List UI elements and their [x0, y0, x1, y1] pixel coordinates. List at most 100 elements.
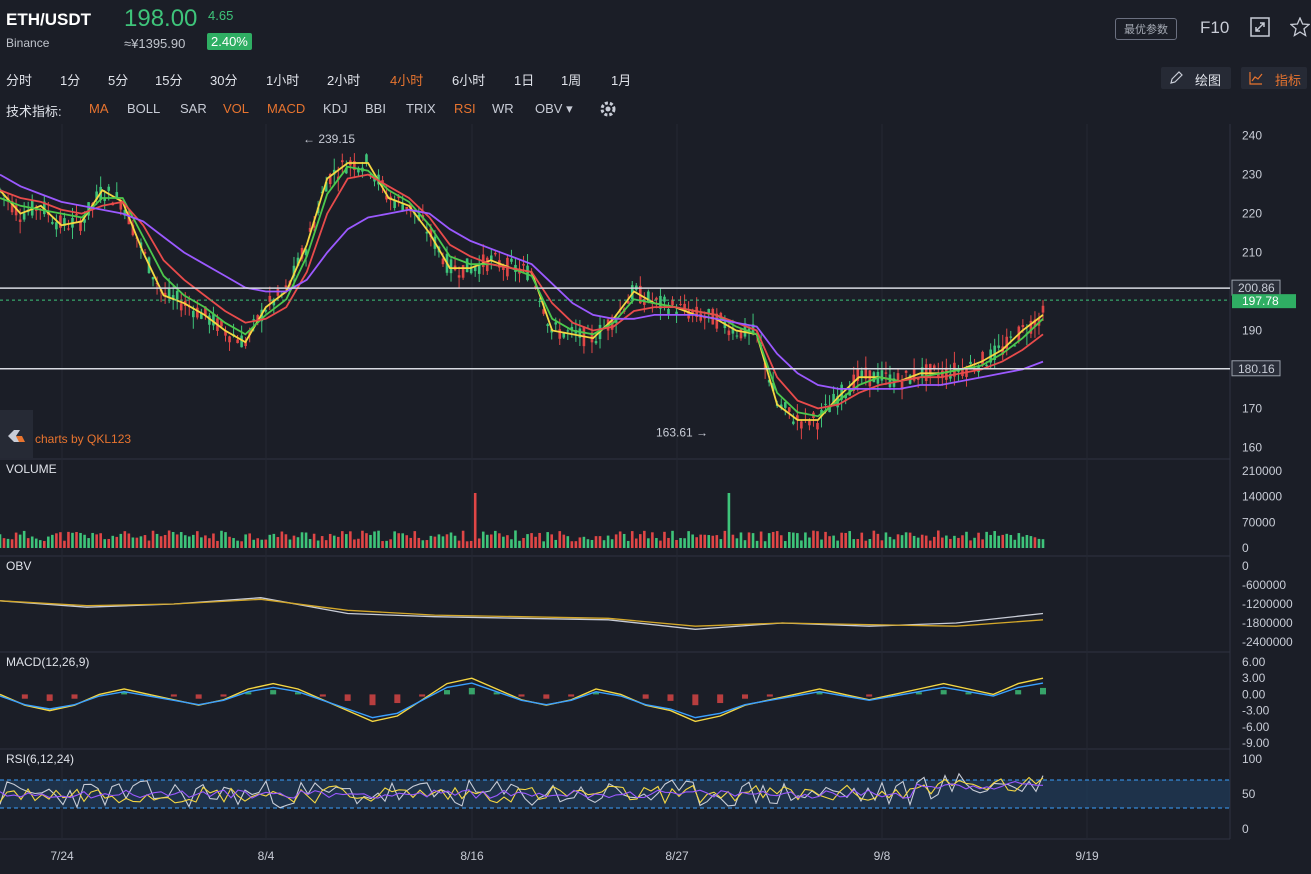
indicator-1[interactable]: BOLL	[127, 101, 160, 116]
volume-bar	[920, 534, 924, 548]
indicator-3[interactable]: VOL	[223, 101, 249, 116]
volume-bar	[2, 538, 6, 548]
indicator-8[interactable]: RSI	[454, 101, 476, 116]
volume-bar	[119, 533, 123, 548]
volume-bar	[566, 536, 570, 548]
volume-bar	[498, 533, 501, 548]
indicator-2[interactable]: SAR	[180, 101, 207, 116]
volume-bar	[320, 536, 324, 548]
tab-timeframe-2[interactable]: 5分	[108, 70, 128, 89]
volume-bar	[594, 536, 598, 548]
price-candle	[711, 308, 715, 325]
tab-timeframe-10[interactable]: 1周	[561, 70, 581, 89]
volume-bar	[143, 535, 147, 548]
indicator-6[interactable]: BBI	[365, 101, 386, 116]
tab-timeframe-1[interactable]: 1分	[60, 70, 80, 89]
volume-bar	[276, 537, 280, 548]
volume-bar	[171, 531, 175, 548]
tab-timeframe-0[interactable]: 分时	[6, 70, 32, 89]
macd-histogram-bar	[220, 694, 227, 697]
volume-bar	[111, 535, 115, 548]
price-candle	[663, 296, 666, 302]
macd-histogram-bar	[1015, 690, 1022, 695]
draw-tool-button[interactable]: 绘图	[1161, 67, 1231, 89]
tab-timeframe-9[interactable]: 1日	[514, 70, 534, 89]
volume-bar	[614, 534, 618, 548]
volume-bar	[989, 534, 992, 548]
tab-timeframe-6[interactable]: 2小时	[327, 70, 360, 89]
volume-bar	[848, 531, 852, 548]
volume-bar	[473, 493, 477, 548]
volume-bar	[981, 539, 984, 548]
tab-timeframe-3[interactable]: 15分	[155, 70, 182, 89]
percent-badge: 2.40%	[207, 33, 252, 50]
rsi-tick-label: 50	[1242, 787, 1256, 801]
indicator-9[interactable]: WR	[492, 101, 514, 116]
price-candle	[1009, 336, 1013, 338]
tab-timeframe-5[interactable]: 1小时	[266, 70, 299, 89]
price-candle	[816, 423, 819, 430]
volume-bar	[135, 537, 139, 548]
gear-icon[interactable]	[599, 100, 617, 118]
fullscreen-icon[interactable]	[1250, 17, 1270, 37]
volume-bar	[232, 538, 235, 548]
macd-histogram-bar	[195, 694, 202, 699]
volume-bar	[554, 539, 558, 548]
macd-histogram-bar	[21, 694, 28, 699]
chart-area[interactable]: 7/24 8/4 8/16 8/27 9/8 9/19 240 230 220 210 190 170…	[0, 124, 1311, 874]
star-icon[interactable]	[1289, 16, 1311, 37]
price-tick-label: 240	[1242, 129, 1262, 143]
volume-bar	[212, 533, 215, 548]
macd-tick-label: 3.00	[1242, 671, 1266, 685]
header: ETH/USDT Binance 198.00 4.65 ≈¥1395.90 2…	[0, 0, 1311, 62]
volume-bar	[630, 531, 634, 548]
volume-bar	[183, 535, 187, 548]
macd-histogram-bar	[866, 694, 873, 697]
tab-timeframe-7[interactable]: 4小时	[390, 70, 423, 89]
indicator-tool-button[interactable]: 指标	[1241, 67, 1307, 89]
cny-price: ≈¥1395.90	[124, 36, 186, 51]
tab-timeframe-4[interactable]: 30分	[210, 70, 237, 89]
volume-bar	[961, 535, 964, 548]
volume-bar	[872, 530, 876, 548]
indicator-10[interactable]: OBV ▾	[535, 101, 573, 117]
indicator-5[interactable]: KDJ	[323, 101, 348, 116]
last-price: 198.00	[124, 5, 198, 32]
price-tick-label: 170	[1242, 401, 1262, 415]
volume-bar	[30, 536, 34, 548]
price-candle	[494, 252, 497, 255]
volume-bar	[691, 534, 694, 548]
volume-bar	[425, 540, 429, 548]
volume-bar	[969, 540, 972, 548]
volume-bar	[562, 534, 566, 548]
volume-bar	[578, 537, 582, 548]
price-candle	[51, 222, 54, 224]
volume-bar	[570, 541, 574, 548]
price-candle	[783, 402, 787, 408]
volume-bar	[719, 539, 723, 548]
tab-timeframe-8[interactable]: 6小时	[452, 70, 485, 89]
volume-bar	[236, 540, 239, 548]
volume-bar	[179, 532, 183, 548]
volume-bar	[377, 530, 380, 548]
volume-bar	[409, 537, 413, 548]
f10-button[interactable]: F10	[1200, 18, 1229, 38]
last-price-tag-label: 197.78	[1242, 294, 1279, 308]
price-candle	[558, 329, 562, 339]
volume-bar	[510, 539, 513, 548]
macd-histogram-bar	[419, 694, 426, 697]
indicator-7[interactable]: TRIX	[406, 101, 436, 116]
volume-bar	[932, 536, 936, 548]
volume-bar	[38, 540, 42, 548]
volume-bar	[727, 493, 731, 548]
tab-timeframe-11[interactable]: 1月	[611, 70, 631, 89]
price-candle	[538, 301, 541, 303]
x-tick-label: 8/16	[460, 849, 484, 863]
price-candle	[707, 309, 711, 313]
price-candle	[340, 160, 344, 163]
price-candle	[268, 295, 272, 302]
macd-histogram-bar	[444, 690, 450, 695]
best-params-button[interactable]: 最优参数	[1115, 18, 1177, 40]
indicator-4[interactable]: MACD	[267, 101, 305, 116]
indicator-0[interactable]: MA	[89, 101, 109, 116]
